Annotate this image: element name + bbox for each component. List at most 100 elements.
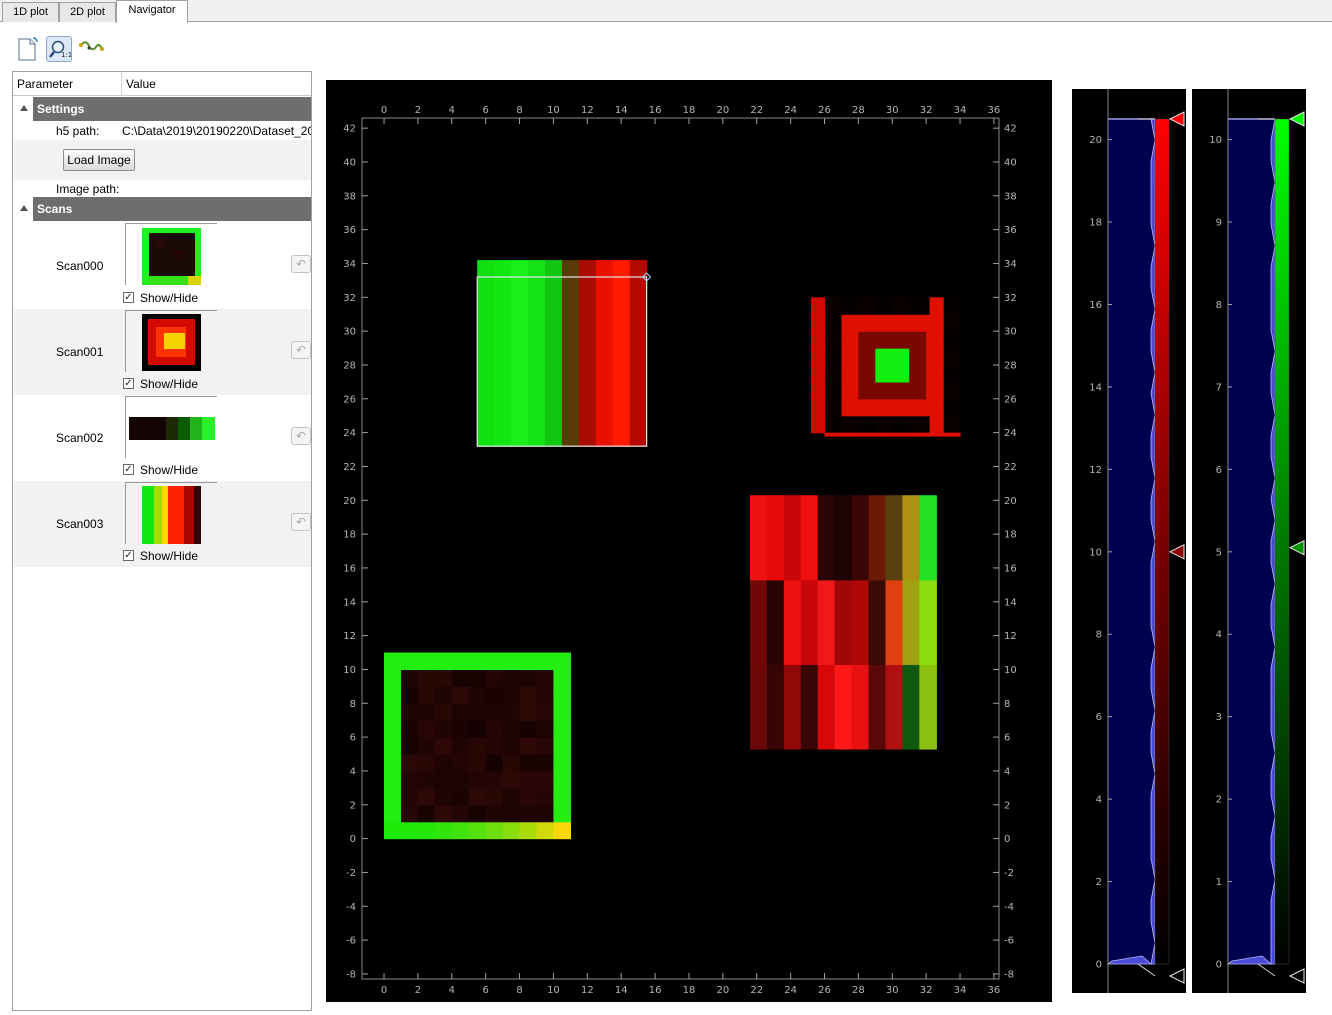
- green-histogram-colorbar[interactable]: 0 1 2 3 4 5 6 7 8 9 10: [1192, 89, 1306, 993]
- x-tick-label: 30: [886, 105, 899, 116]
- y-tick-label: -6: [346, 936, 356, 947]
- x-tick-label: 24: [784, 105, 797, 116]
- path-button[interactable]: [78, 36, 104, 62]
- x-tick-label: 22: [750, 985, 763, 996]
- histogram-area: [1108, 119, 1155, 964]
- collapse-scans-icon[interactable]: [20, 205, 28, 211]
- y-tick-label: 38: [343, 191, 356, 202]
- colorbar-tick-label: 12: [1089, 465, 1102, 476]
- min-level-handle[interactable]: [1168, 968, 1185, 984]
- image-path-label: Image path:: [56, 182, 120, 196]
- y-tick-label: 8: [1004, 699, 1010, 710]
- colorbar-tick-label: 5: [1216, 547, 1222, 558]
- y-tick-label: 32: [1004, 293, 1017, 304]
- colorbar-tick-label: 14: [1089, 382, 1102, 393]
- parameter-tree: Parameter Value Settings h5 path: C:\Dat…: [12, 71, 312, 1011]
- load-image-button[interactable]: Load Image: [63, 149, 135, 171]
- x-tick-label: 34: [954, 985, 967, 996]
- x-tick-label: 18: [683, 105, 696, 116]
- image-plot[interactable]: 0 0 2 2 4 4 6 6 8 8 10 10 12 12 14 14 16 16 18 18 20 20 22 22 24…: [326, 80, 1052, 1002]
- column-value: Value: [126, 77, 156, 91]
- colorbar-tick-label: 3: [1216, 712, 1222, 723]
- colorbar-tick-label: 4: [1096, 795, 1102, 806]
- tab-navigator[interactable]: Navigator: [116, 0, 188, 23]
- new-file-icon: [18, 37, 38, 61]
- y-tick-label: -6: [1004, 936, 1014, 947]
- scan003-thumbnail: [125, 482, 217, 544]
- tab-2d-plot[interactable]: 2D plot: [59, 2, 116, 22]
- y-tick-label: 0: [350, 834, 356, 845]
- tab-1d-plot[interactable]: 1D plot: [2, 2, 59, 22]
- y-tick-label: 18: [1004, 530, 1017, 541]
- max-level-handle[interactable]: [1168, 111, 1185, 127]
- colorbar-tick-label: 9: [1216, 218, 1222, 229]
- x-tick-label: 32: [920, 985, 933, 996]
- scan000-show-checkbox[interactable]: ✓: [123, 292, 134, 303]
- y-tick-label: 16: [1004, 563, 1017, 574]
- collapse-settings-icon[interactable]: [20, 105, 28, 111]
- x-tick-label: 4: [449, 105, 455, 116]
- x-tick-label: 18: [683, 985, 696, 996]
- scan-name: Scan000: [56, 259, 104, 273]
- y-tick-label: -4: [1004, 902, 1014, 913]
- image-plot-canvas[interactable]: 0022446688101012121414161618182020222224…: [326, 80, 1052, 1002]
- x-tick-label: 8: [516, 985, 522, 996]
- tab-bar: 1D plot 2D plot Navigator: [0, 0, 1332, 23]
- x-tick-label: 26: [818, 105, 831, 116]
- scan001-show-checkbox[interactable]: ✓: [123, 378, 134, 389]
- new-file-button[interactable]: [14, 36, 40, 62]
- y-tick-label: 30: [1004, 327, 1017, 338]
- y-tick-label: 10: [343, 665, 356, 676]
- y-tick-label: 42: [1004, 124, 1017, 135]
- h5-path-value[interactable]: C:\Data\2019\20190220\Dataset_201: [122, 124, 311, 138]
- y-tick-label: 36: [1004, 225, 1017, 236]
- x-tick-label: 6: [482, 105, 488, 116]
- colorbar-tick-label: 0: [1216, 960, 1222, 971]
- color-gradient-bar: [1274, 118, 1290, 965]
- zoom-button[interactable]: 1:1: [46, 36, 72, 62]
- colorbar-tick-label: 6: [1096, 712, 1102, 723]
- show-hide-label: Show/Hide: [140, 377, 199, 391]
- reset-icon[interactable]: ↶: [291, 255, 311, 273]
- y-tick-label: 22: [1004, 462, 1017, 473]
- x-tick-label: 30: [886, 985, 899, 996]
- y-tick-label: -4: [346, 902, 356, 913]
- x-tick-label: 28: [852, 105, 865, 116]
- y-tick-label: 0: [1004, 834, 1010, 845]
- gamma-handle[interactable]: [1168, 543, 1185, 560]
- reset-icon[interactable]: ↶: [291, 513, 311, 531]
- x-tick-label: 16: [649, 105, 662, 116]
- settings-group[interactable]: Settings: [33, 97, 311, 121]
- max-level-handle[interactable]: [1288, 111, 1305, 127]
- reset-icon[interactable]: ↶: [291, 341, 311, 359]
- y-tick-label: 6: [350, 733, 356, 744]
- colorbar-tick-label: 7: [1216, 382, 1222, 393]
- y-tick-label: 26: [343, 394, 356, 405]
- tab-label: 2D plot: [70, 6, 105, 18]
- y-tick-label: 20: [343, 496, 356, 507]
- y-tick-label: -2: [1004, 868, 1014, 879]
- red-histogram-canvas[interactable]: 0 2 4 6 8 10 12 14 16 18 20: [1072, 89, 1186, 993]
- scan002-show-checkbox[interactable]: ✓: [123, 464, 134, 475]
- scan003-show-checkbox[interactable]: ✓: [123, 550, 134, 561]
- y-tick-label: 10: [1004, 665, 1017, 676]
- y-tick-label: 14: [1004, 597, 1017, 608]
- column-parameter: Parameter: [17, 77, 74, 91]
- scans-title: Scans: [37, 202, 73, 216]
- y-tick-label: 12: [1004, 631, 1017, 642]
- y-tick-label: 28: [343, 360, 356, 371]
- x-tick-label: 2: [415, 105, 421, 116]
- x-tick-label: 36: [988, 105, 1001, 116]
- colorbar-tick-label: 8: [1216, 300, 1222, 311]
- y-tick-label: 40: [1004, 157, 1017, 168]
- y-tick-label: 4: [1004, 766, 1010, 777]
- x-tick-label: 24: [784, 985, 797, 996]
- red-histogram-colorbar[interactable]: 0 2 4 6 8 10 12 14 16 18 20: [1072, 89, 1186, 993]
- min-level-handle[interactable]: [1288, 968, 1305, 984]
- gamma-handle[interactable]: [1288, 539, 1305, 556]
- path-icon: [79, 41, 104, 51]
- green-histogram-canvas[interactable]: 0 1 2 3 4 5 6 7 8 9 10: [1192, 89, 1306, 993]
- scans-group[interactable]: Scans: [33, 197, 311, 221]
- reset-icon[interactable]: ↶: [291, 427, 311, 445]
- x-tick-label: 22: [750, 105, 763, 116]
